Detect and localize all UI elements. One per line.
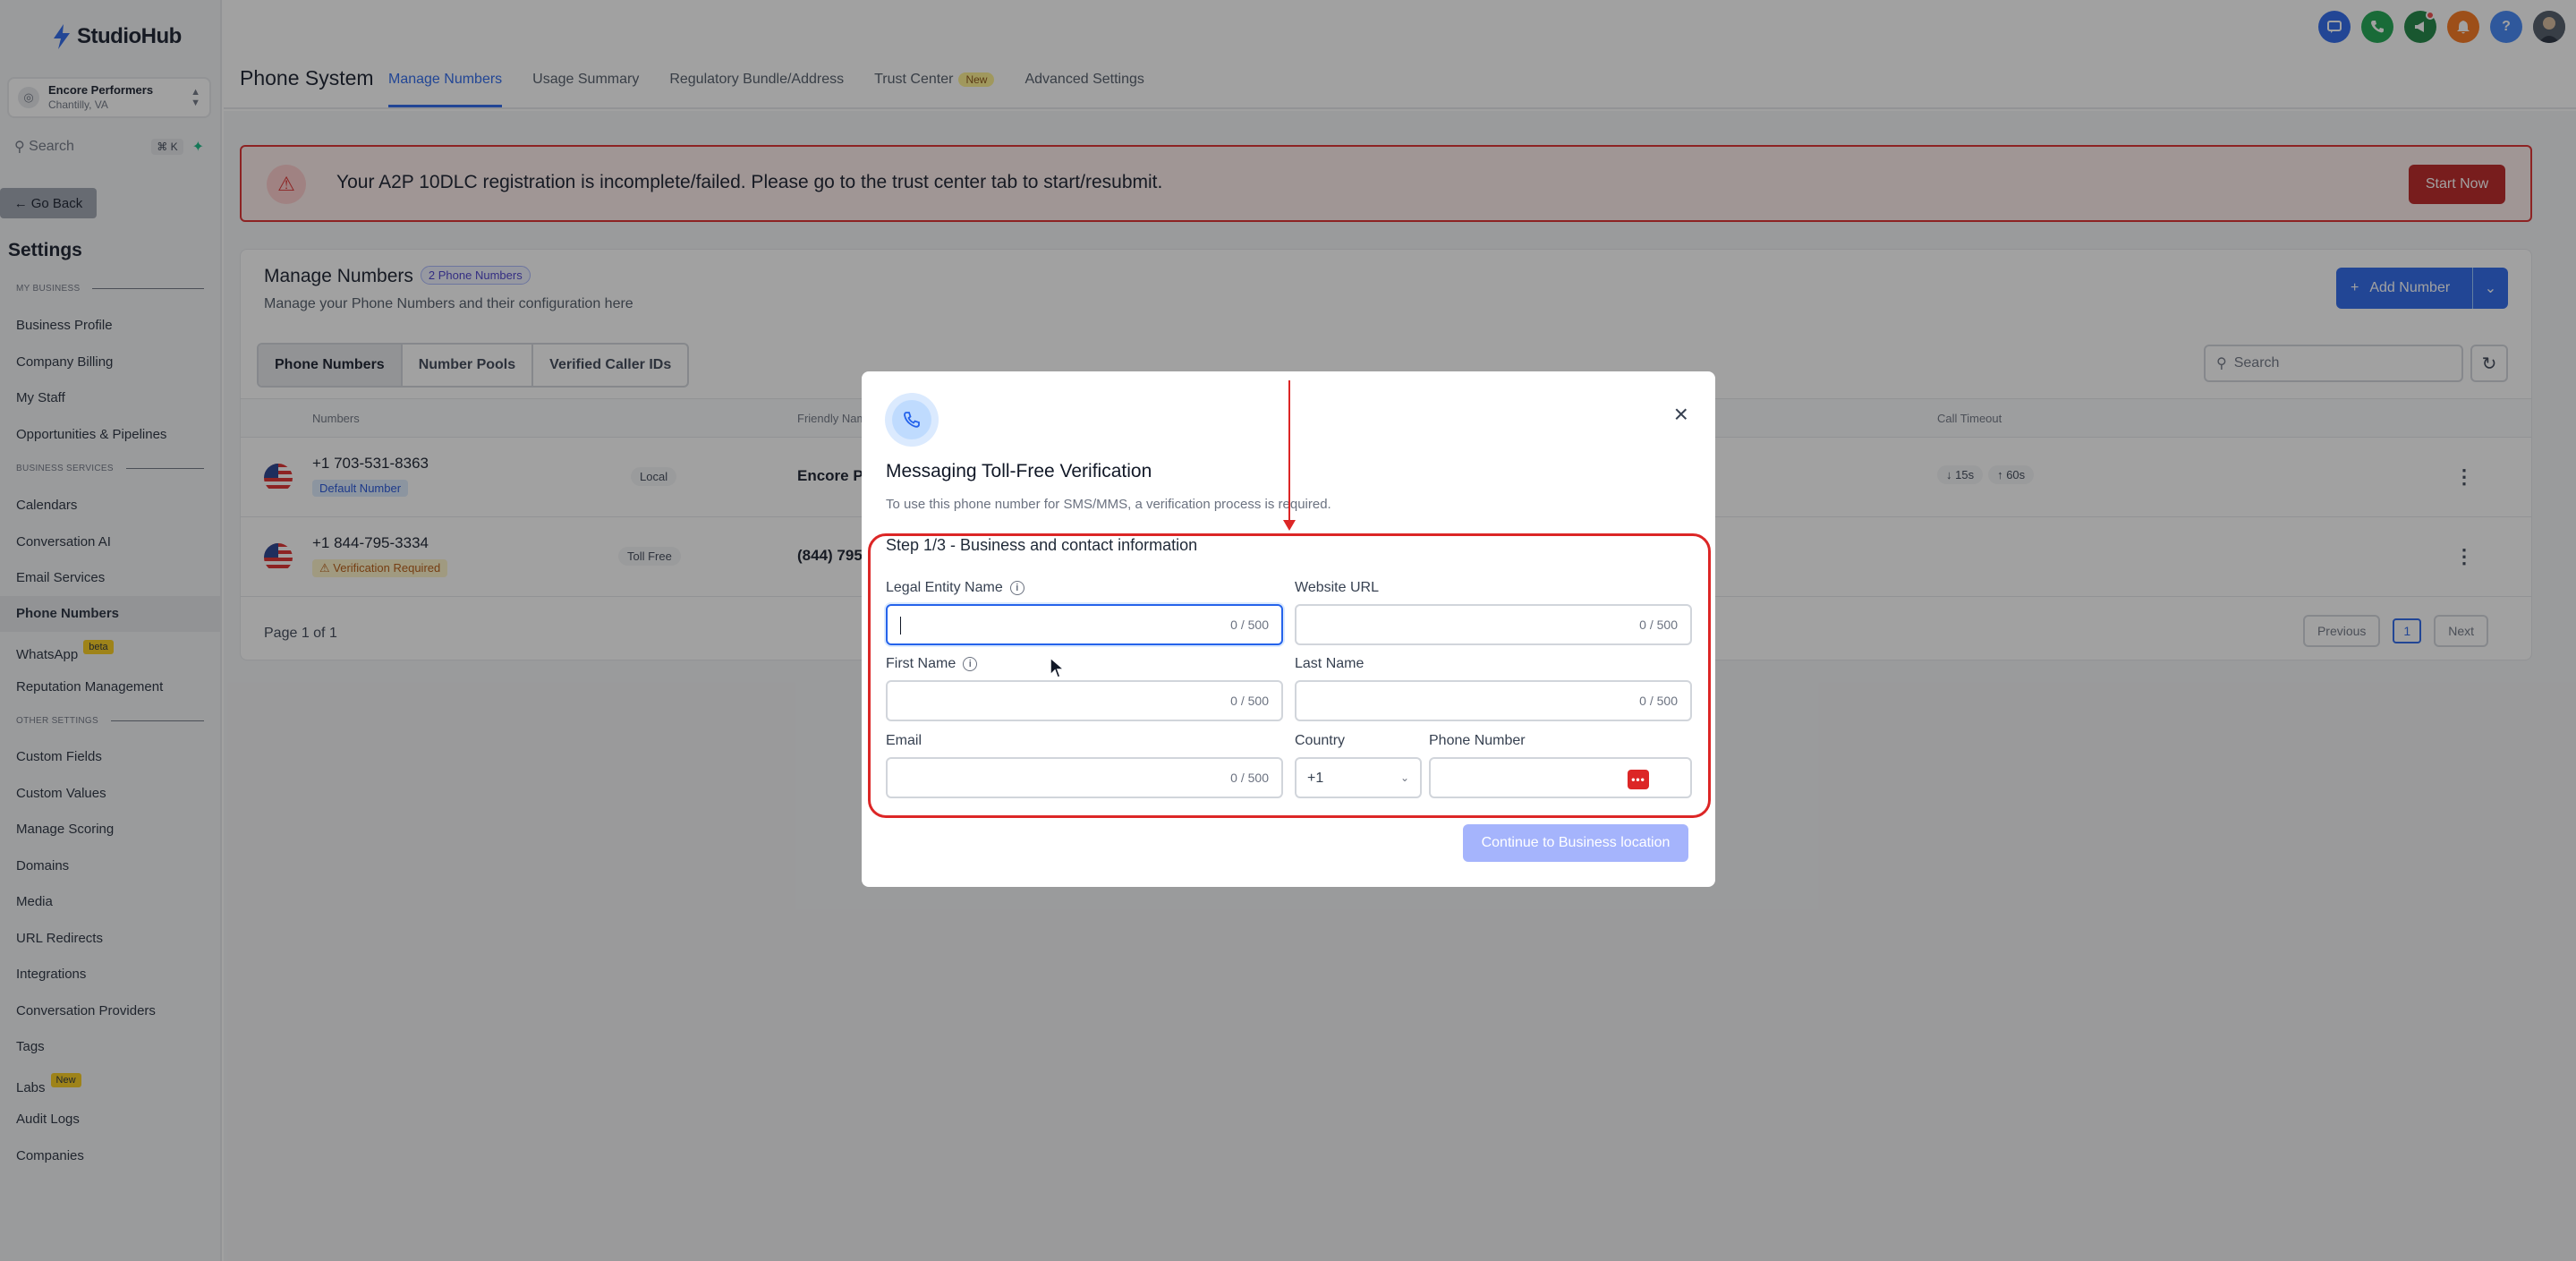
country-select[interactable]: +1 ⌄ [1295,757,1422,798]
password-manager-icon[interactable]: ••• [1628,770,1649,789]
modal-title: Messaging Toll-Free Verification [886,461,1152,481]
phone-icon [885,393,939,447]
country-code-value: +1 [1307,771,1324,786]
website-input[interactable]: 0 / 500 [1295,604,1692,645]
step-indicator: Step 1/3 - Business and contact informat… [886,536,1198,554]
country-label: Country [1295,733,1346,748]
char-counter: 0 / 500 [1639,694,1678,708]
close-icon[interactable]: × [1674,402,1688,427]
phone-number-input[interactable]: ••• [1429,757,1692,798]
legal-entity-input[interactable]: 0 / 500 [886,604,1283,645]
char-counter: 0 / 500 [1230,694,1269,708]
char-counter: 0 / 500 [1230,618,1269,632]
legal-entity-label: Legal Entity Name i [886,580,1024,596]
website-label: Website URL [1295,580,1379,595]
phone-number-label: Phone Number [1429,733,1526,748]
info-icon[interactable]: i [1009,581,1024,595]
first-name-label-text: First Name [886,656,956,671]
info-icon[interactable]: i [963,657,978,671]
text-caret [900,617,901,635]
char-counter: 0 / 500 [1230,771,1269,785]
mouse-cursor-icon [1050,657,1066,678]
toll-free-verification-modal: × Messaging Toll-Free Verification To us… [862,371,1715,887]
chevron-down-icon: ⌄ [1399,771,1409,784]
last-name-input[interactable]: 0 / 500 [1295,680,1692,721]
continue-button[interactable]: Continue to Business location [1463,824,1688,862]
email-label: Email [886,733,922,748]
first-name-label: First Name i [886,656,978,672]
annotation-arrow-head [1283,520,1296,531]
email-input[interactable]: 0 / 500 [886,757,1283,798]
last-name-label: Last Name [1295,656,1365,671]
annotation-arrow-line [1288,380,1290,529]
char-counter: 0 / 500 [1639,618,1678,632]
legal-entity-label-text: Legal Entity Name [886,580,1003,595]
modal-subtitle: To use this phone number for SMS/MMS, a … [886,497,1331,512]
first-name-input[interactable]: 0 / 500 [886,680,1283,721]
